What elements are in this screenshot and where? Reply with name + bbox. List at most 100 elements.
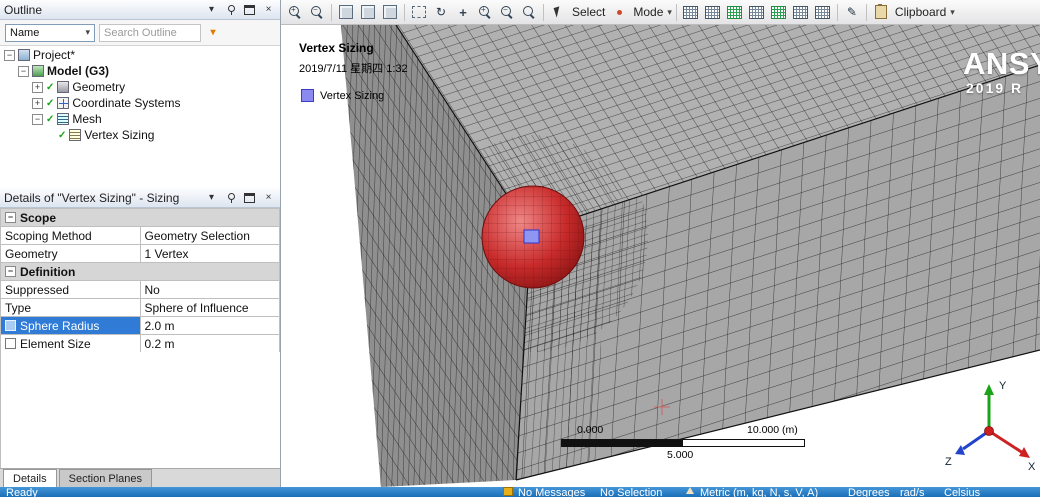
bottom-tab-bar: Details Section Planes (0, 468, 280, 487)
property-value[interactable]: 2.0 m (139, 316, 280, 335)
ruler-start-label: 0.000 (577, 424, 604, 436)
expand-icon[interactable]: + (32, 81, 43, 93)
tree-item-geometry[interactable]: + ✓ Geometry (0, 79, 280, 95)
details-row-geometry[interactable]: Geometry 1 Vertex (0, 244, 280, 263)
toolbar-separator (865, 3, 867, 21)
details-section-scope[interactable]: − Scope (0, 208, 280, 227)
tree-item-project[interactable]: − Project* (0, 47, 280, 63)
tree-item-model[interactable]: − Model (G3) (0, 63, 280, 79)
mesh-icon (57, 113, 70, 125)
property-value[interactable]: 1 Vertex (139, 244, 280, 263)
triad-y-label: Y (999, 380, 1007, 392)
property-label[interactable]: Element Size (0, 334, 141, 353)
tree-item-coordinate-systems[interactable]: + ✓ Coordinate Systems (0, 95, 280, 111)
property-label[interactable]: Type (0, 298, 141, 317)
status-units[interactable]: Metric (m, kg, N, s, V, A) (700, 487, 818, 497)
tree-item-vertex-sizing[interactable]: ✓ Vertex Sizing (0, 127, 280, 143)
close-icon[interactable]: × (261, 2, 276, 17)
viewports-icon[interactable] (380, 2, 400, 22)
float-window-icon[interactable] (242, 190, 257, 205)
coordinate-systems-icon (57, 97, 70, 109)
details-row-sphere-radius[interactable]: Sphere Radius 2.0 m (0, 316, 280, 335)
vertex-sizing-icon (69, 129, 82, 141)
rotate-icon[interactable]: ↻ (431, 2, 451, 22)
meshed-cube-model[interactable] (281, 25, 1040, 487)
shaded-exterior-icon[interactable] (703, 2, 723, 22)
clipboard-icon[interactable] (871, 2, 891, 22)
pan-icon[interactable]: + (453, 2, 473, 22)
show-mesh-icon[interactable] (725, 2, 745, 22)
units-icon (686, 487, 694, 494)
legend-label: Vertex Sizing (320, 89, 385, 102)
chevron-down-icon[interactable]: ▾ (204, 2, 219, 17)
select-menu[interactable]: Select (570, 5, 607, 19)
wireframe-icon[interactable] (681, 2, 701, 22)
thicken-annotation-icon[interactable] (813, 2, 833, 22)
property-value[interactable]: 0.2 m (139, 334, 280, 353)
edge-coloring-icon[interactable] (791, 2, 811, 22)
messages-icon[interactable] (503, 487, 513, 496)
iso-view-icon[interactable] (336, 2, 356, 22)
pin-icon[interactable] (223, 190, 238, 205)
zoom-fit-icon[interactable] (519, 2, 539, 22)
tab-details[interactable]: Details (3, 469, 57, 487)
tree-item-mesh[interactable]: − ✓ Mesh (0, 111, 280, 127)
select-box-icon[interactable] (409, 2, 429, 22)
vertex-marker[interactable] (523, 229, 540, 244)
annotation-date: 2019/7/11 星期四 1:32 (299, 63, 408, 75)
zoom-in-icon[interactable]: + (475, 2, 495, 22)
property-label[interactable]: Geometry (0, 244, 141, 263)
zoom-box-in-icon[interactable]: + (285, 2, 305, 22)
collapse-icon[interactable]: − (4, 49, 15, 61)
details-table: − Scope Scoping Method Geometry Selectio… (0, 208, 280, 353)
parameter-checkbox[interactable] (5, 337, 16, 349)
collapse-icon[interactable]: − (18, 65, 29, 77)
zoom-box-out-icon[interactable]: − (307, 2, 327, 22)
cursor-icon[interactable] (548, 2, 568, 22)
chevron-down-icon[interactable]: ▾ (667, 7, 672, 18)
property-label[interactable]: Scoping Method (0, 226, 141, 245)
chevron-down-icon[interactable]: ▾ (950, 7, 955, 18)
status-left: Ready (6, 487, 38, 497)
expand-icon[interactable]: + (32, 97, 43, 109)
property-label[interactable]: Sphere Radius (0, 316, 141, 335)
status-messages[interactable]: No Messages (518, 487, 585, 497)
parameter-checkbox[interactable] (5, 319, 16, 331)
3d-canvas[interactable]: Vertex Sizing 2019/7/11 星期四 1:32 Vertex … (281, 25, 1040, 487)
collapse-icon[interactable]: − (5, 212, 16, 223)
ansys-logo: ANSYS 2019 R (963, 47, 1040, 96)
mode-menu[interactable]: Mode (631, 5, 665, 19)
property-value[interactable]: Sphere of Influence (139, 298, 280, 317)
chevron-down-icon[interactable]: ▾ (204, 190, 219, 205)
details-row-type[interactable]: Type Sphere of Influence (0, 298, 280, 317)
annotation-pencil-icon[interactable]: ✎ (842, 2, 862, 22)
section-label: Definition (20, 264, 76, 279)
orientation-triad[interactable]: Y X Z (929, 373, 1039, 485)
status-rotational-velocity-units: rad/s (900, 487, 925, 497)
property-value[interactable]: Geometry Selection (139, 226, 280, 245)
name-filter-dropdown[interactable]: Name ▾ (5, 23, 95, 42)
show-vertices-icon[interactable] (747, 2, 767, 22)
section-plane-icon[interactable] (769, 2, 789, 22)
details-row-element-size[interactable]: Element Size 0.2 m (0, 334, 280, 353)
search-outline-input[interactable] (99, 23, 201, 42)
details-row-scoping-method[interactable]: Scoping Method Geometry Selection (0, 226, 280, 245)
close-icon[interactable]: × (261, 190, 276, 205)
property-value[interactable]: No (139, 280, 280, 299)
zoom-out-icon[interactable]: − (497, 2, 517, 22)
float-window-icon[interactable] (242, 2, 257, 17)
annotation-title: Vertex Sizing (299, 41, 374, 55)
collapse-icon[interactable]: − (5, 266, 16, 277)
details-section-definition[interactable]: − Definition (0, 262, 280, 281)
look-at-face-icon[interactable] (358, 2, 378, 22)
outline-tree: − Project* − Model (G3) + ✓ Geometry + ✓… (0, 47, 280, 188)
collapse-icon[interactable]: − (32, 113, 43, 125)
search-options-icon[interactable]: ▾ (205, 25, 221, 41)
clipboard-menu[interactable]: Clipboard (893, 5, 948, 19)
tab-section-planes[interactable]: Section Planes (58, 469, 153, 487)
pin-icon[interactable] (223, 2, 238, 17)
details-row-suppressed[interactable]: Suppressed No (0, 280, 280, 299)
tree-item-label: Vertex Sizing (84, 128, 155, 142)
ansys-mechanical-window: Outline ▾ × Name ▾ ▾ − Project* − (0, 0, 1040, 497)
property-label[interactable]: Suppressed (0, 280, 141, 299)
